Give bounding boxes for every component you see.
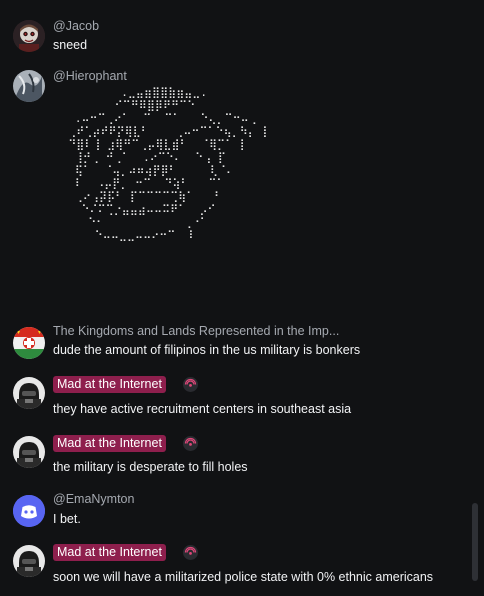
helmet-avatar-icon — [13, 377, 45, 409]
message-author[interactable]: @EmaNymton — [53, 492, 134, 506]
avatar[interactable] — [13, 20, 45, 52]
message-author[interactable]: @Hierophant — [53, 69, 127, 83]
message-text: they have active recruitment centers in … — [53, 402, 352, 416]
message-text: the military is desperate to fill holes — [53, 460, 248, 474]
author-role-tag[interactable]: Mad at the Internet — [53, 544, 166, 561]
author-role-tag[interactable]: Mad at the Internet — [53, 435, 166, 452]
helmet-avatar-icon — [13, 545, 45, 577]
default-discord-avatar-icon — [13, 495, 45, 527]
author-role-tag[interactable]: Mad at the Internet — [53, 376, 166, 393]
chat-message: @Jacob sneed — [0, 0, 470, 66]
flag-avatar-icon — [13, 327, 45, 359]
avatar[interactable] — [13, 327, 45, 359]
chat-message: Mad at the Internet the military is desp… — [0, 428, 470, 486]
broadcast-badge-icon[interactable] — [183, 545, 198, 560]
chat-message: The Kingdoms and Lands Represented in th… — [0, 318, 470, 370]
hierophant-avatar-icon — [13, 70, 45, 102]
avatar[interactable] — [13, 545, 45, 577]
chat-message: @EmaNymton I bet. — [0, 486, 470, 538]
message-author[interactable]: @Jacob — [53, 19, 99, 33]
message-text: I bet. — [53, 512, 81, 526]
cartoon-character-avatar-icon — [13, 20, 45, 52]
message-text: soon we will have a militarized police s… — [53, 570, 434, 584]
avatar[interactable] — [13, 495, 45, 527]
message-text: sneed — [53, 38, 88, 52]
broadcast-badge-icon[interactable] — [183, 436, 198, 451]
chat-message: Mad at the Internet they have active rec… — [0, 370, 470, 428]
chat-feed: @Jacob sneed @Hierophant .⣀⣤⣶⣿⣿⣷⣶⣤⣀. ⠊⠉⠛… — [0, 0, 484, 596]
message-author[interactable]: The Kingdoms and Lands Represented in th… — [53, 324, 339, 338]
avatar[interactable] — [13, 436, 45, 468]
ascii-art-message: .⣀⣤⣶⣿⣿⣷⣶⣤⣀. ⠊⠉⠛⠿⣿⡿⠟⠛⠉⠑ .⠤⠒⠉⢀⠔⠁ ⠉ ⠉⠁ ⠑⢄⡀⠉… — [68, 86, 271, 242]
message-text: dude the amount of filipinos in the us m… — [53, 343, 361, 357]
helmet-avatar-icon — [13, 436, 45, 468]
avatar[interactable] — [13, 70, 45, 102]
avatar[interactable] — [13, 377, 45, 409]
scrollbar-thumb[interactable] — [472, 503, 478, 581]
broadcast-badge-icon[interactable] — [183, 377, 198, 392]
chat-message: Mad at the Internet soon we will have a … — [0, 538, 470, 596]
